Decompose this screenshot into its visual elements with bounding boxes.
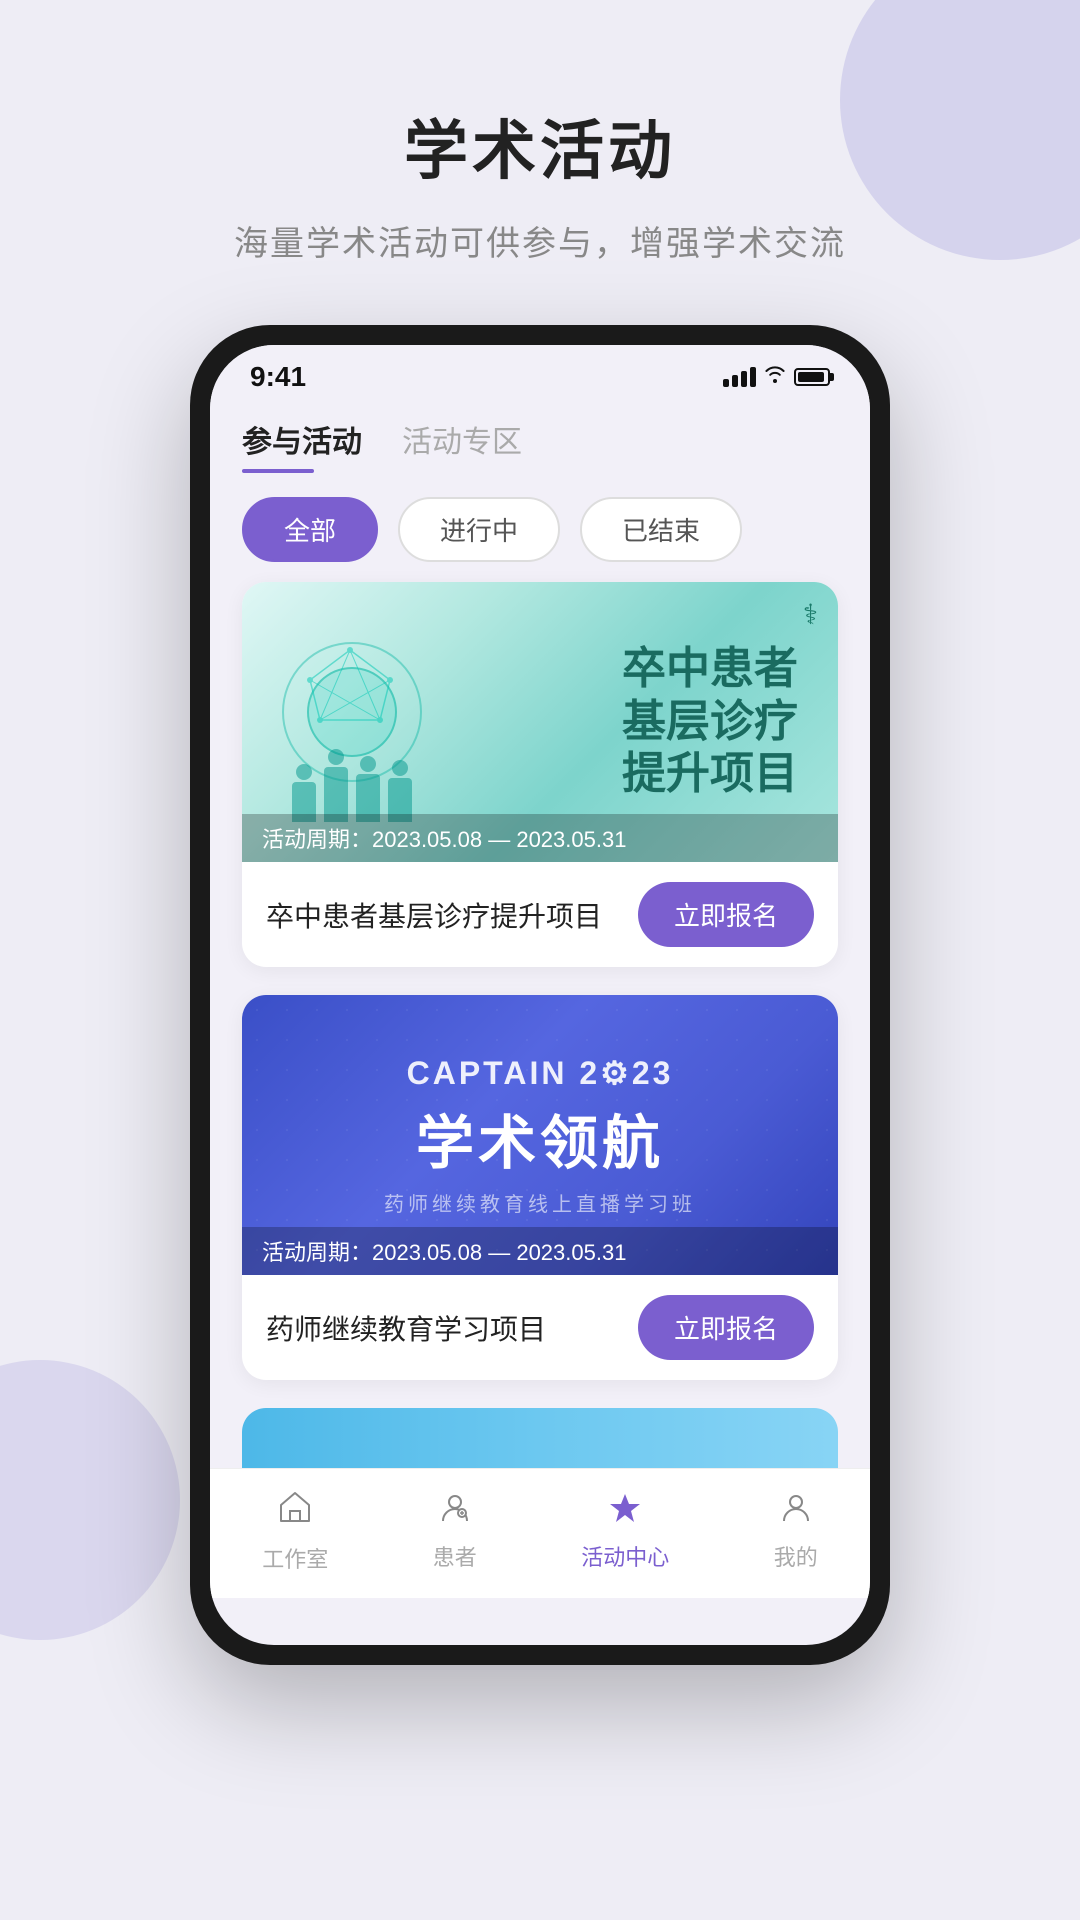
tab-bar: 参与活动 活动专区 [242,401,838,473]
nav-mine[interactable]: 我的 [774,1491,818,1572]
card-footer-1: 卒中患者基层诊疗提升项目 立即报名 [242,862,838,967]
nav-activity-label: 活动中心 [581,1540,669,1572]
filter-ongoing[interactable]: 进行中 [398,497,560,562]
page-header: 学术活动 海量学术活动可供参与，增强学术交流 [0,0,1080,265]
wifi-icon [764,365,786,389]
page-subtitle: 海量学术活动可供参与，增强学术交流 [0,216,1080,265]
status-icons [723,365,830,389]
captain-subtitle: 药师继续教育线上直播学习班 [384,1188,696,1217]
page-title: 学术活动 [0,100,1080,192]
workspace-icon [277,1489,313,1534]
nav-patient-label: 患者 [433,1540,477,1572]
nav-mine-label: 我的 [774,1540,818,1572]
filter-ended[interactable]: 已结束 [580,497,742,562]
card-banner-1: 卒中患者基层诊疗提升项目 ⚕ 活动周期：2023.05.08 — 2023.05… [242,582,838,862]
status-time: 9:41 [250,361,306,393]
card-period-bar-1: 活动周期：2023.05.08 — 2023.05.31 [242,814,838,862]
signal-bar-4 [750,367,756,387]
nav-workspace-label: 工作室 [262,1542,328,1574]
captain-title-en: CAPTAIN 2⚙23 [407,1054,674,1092]
signal-bars-icon [723,367,756,387]
phone-mockup: 9:41 [190,325,890,1665]
tab-participate[interactable]: 参与活动 [242,417,362,473]
filter-all[interactable]: 全部 [242,497,378,562]
deco-icon: ⚕ [803,598,818,631]
card-footer-2: 药师继续教育学习项目 立即报名 [242,1275,838,1380]
activity-card-2: CAPTAIN 2⚙23 学术领航 药师继续教育线上直播学习班 活动周期：202… [242,995,838,1380]
app-content: 参与活动 活动专区 全部 进行中 已结束 [210,401,870,1468]
nav-activity[interactable]: 活动中心 [581,1491,669,1572]
register-btn-2[interactable]: 立即报名 [638,1295,814,1360]
bottom-nav: 工作室 患者 [210,1468,870,1598]
card-banner-2: CAPTAIN 2⚙23 学术领航 药师继续教育线上直播学习班 活动周期：202… [242,995,838,1275]
phone-screen: 9:41 [210,345,870,1645]
nav-workspace[interactable]: 工作室 [262,1489,328,1574]
tab-special[interactable]: 活动专区 [402,417,522,473]
status-bar: 9:41 [210,345,870,401]
battery-icon [794,368,830,386]
nav-patient[interactable]: 患者 [433,1491,477,1572]
banner-main-title: 卒中患者基层诊疗提升项目 [452,643,798,801]
card-title-2: 药师继续教育学习项目 [266,1308,546,1348]
signal-bar-2 [732,375,738,387]
signal-bar-3 [741,371,747,387]
signal-bar-1 [723,379,729,387]
card-title-1: 卒中患者基层诊疗提升项目 [266,895,602,935]
filter-bar: 全部 进行中 已结束 [242,473,838,582]
activity-card-1: 卒中患者基层诊疗提升项目 ⚕ 活动周期：2023.05.08 — 2023.05… [242,582,838,967]
activity-icon [607,1491,643,1532]
phone-wrapper: 9:41 [0,325,1080,1665]
mine-icon [778,1491,814,1532]
card-banner-3-partial [242,1408,838,1468]
mesh-svg [280,640,420,780]
patient-icon [437,1491,473,1532]
captain-title-cn: 学术领航 [416,1096,664,1180]
card-period-bar-2: 活动周期：2023.05.08 — 2023.05.31 [242,1227,838,1275]
banner-text-1: 卒中患者基层诊疗提升项目 [452,643,808,801]
brain-visual [272,622,452,822]
register-btn-1[interactable]: 立即报名 [638,882,814,947]
battery-fill [798,372,824,382]
